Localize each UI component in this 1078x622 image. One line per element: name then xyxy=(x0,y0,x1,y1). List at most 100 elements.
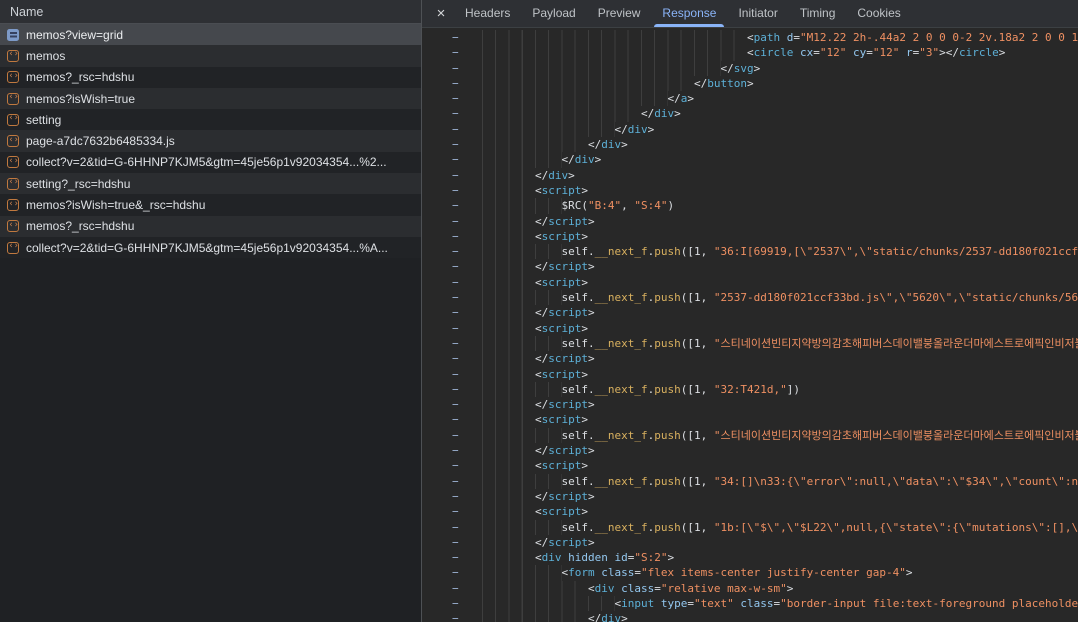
code-line: −<div class="relative max-w-sm"> xyxy=(422,581,1078,596)
code-line: −<script> xyxy=(422,321,1078,336)
fold-toggle-icon[interactable]: − xyxy=(422,244,482,259)
tab-preview[interactable]: Preview xyxy=(587,0,652,27)
fold-toggle-icon[interactable]: − xyxy=(422,428,482,443)
request-row[interactable]: setting?_rsc=hdshu xyxy=(0,173,421,194)
fold-toggle-icon[interactable]: − xyxy=(422,259,482,274)
code-token: circle xyxy=(959,46,999,59)
code-token: > xyxy=(588,352,595,365)
tab-payload[interactable]: Payload xyxy=(521,0,586,27)
code-token: = xyxy=(866,46,873,59)
fold-toggle-icon[interactable]: − xyxy=(422,214,482,229)
fold-toggle-icon[interactable]: − xyxy=(422,382,482,397)
fold-toggle-icon[interactable]: − xyxy=(422,183,482,198)
fold-toggle-icon[interactable]: − xyxy=(422,474,482,489)
fold-toggle-icon[interactable]: − xyxy=(422,122,482,137)
fold-toggle-icon[interactable]: − xyxy=(422,305,482,320)
fold-toggle-icon[interactable]: − xyxy=(422,198,482,213)
code-token: __next_f xyxy=(595,291,648,304)
request-row[interactable]: memos?isWish=true&_rsc=hdshu xyxy=(0,194,421,215)
fold-toggle-icon[interactable]: − xyxy=(422,550,482,565)
fold-toggle-icon[interactable]: − xyxy=(422,535,482,550)
fold-toggle-icon[interactable]: − xyxy=(422,76,482,91)
request-row[interactable]: memos?isWish=true xyxy=(0,88,421,109)
code-token: script xyxy=(542,322,582,335)
code-line: −<script> xyxy=(422,458,1078,473)
fold-toggle-icon[interactable]: − xyxy=(422,229,482,244)
fold-toggle-icon[interactable]: − xyxy=(422,45,482,60)
code-token: > xyxy=(687,92,694,105)
fold-toggle-icon[interactable]: − xyxy=(422,412,482,427)
code-token: class xyxy=(621,582,654,595)
fold-toggle-icon[interactable]: − xyxy=(422,565,482,580)
tab-cookies[interactable]: Cookies xyxy=(846,0,911,27)
fold-toggle-icon[interactable]: − xyxy=(422,596,482,611)
request-row[interactable]: memos?_rsc=hdshu xyxy=(0,216,421,237)
request-row[interactable]: collect?v=2&tid=G-6HHNP7KJM5&gtm=45je56p… xyxy=(0,152,421,173)
indent-guides xyxy=(482,550,535,565)
fold-toggle-icon[interactable]: − xyxy=(422,458,482,473)
request-row[interactable]: memos xyxy=(0,45,421,66)
code-token: div xyxy=(542,551,562,564)
response-code-area[interactable]: −<path d="M12.22 2h-.44a2 2 0 0 0-2 2v.1… xyxy=(422,28,1078,622)
fold-toggle-icon[interactable]: − xyxy=(422,397,482,412)
fetch-icon xyxy=(7,242,19,254)
fold-toggle-icon[interactable]: − xyxy=(422,443,482,458)
fold-toggle-icon[interactable]: − xyxy=(422,290,482,305)
code-token: svg xyxy=(734,62,754,75)
code-token: </ xyxy=(668,92,681,105)
request-row[interactable]: memos?_rsc=hdshu xyxy=(0,67,421,88)
code-line: −self.__next_f.push([1, "2537-dd180f021c… xyxy=(422,290,1078,305)
code-token: push xyxy=(654,521,681,534)
tab-headers[interactable]: Headers xyxy=(454,0,521,27)
request-row[interactable]: page-a7dc7632b6485334.js xyxy=(0,130,421,151)
request-row[interactable]: setting xyxy=(0,109,421,130)
fold-toggle-icon[interactable]: − xyxy=(422,336,482,351)
request-name: collect?v=2&tid=G-6HHNP7KJM5&gtm=45je56p… xyxy=(26,241,388,255)
fold-toggle-icon[interactable]: − xyxy=(422,489,482,504)
fold-toggle-icon[interactable]: − xyxy=(422,137,482,152)
indent-guides xyxy=(482,367,535,382)
fold-toggle-icon[interactable]: − xyxy=(422,106,482,121)
code-token: "스티네이션빈티지약방의감초해피버스데이밸붕올라운더마에스트로에픽인비저블유니버… xyxy=(714,429,1078,442)
fold-toggle-icon[interactable]: − xyxy=(422,91,482,106)
request-row[interactable]: collect?v=2&tid=G-6HHNP7KJM5&gtm=45je56p… xyxy=(0,237,421,258)
code-token: id xyxy=(615,551,628,564)
request-row[interactable]: memos?view=grid xyxy=(0,24,421,45)
fold-toggle-icon[interactable]: − xyxy=(422,168,482,183)
fold-toggle-icon[interactable]: − xyxy=(422,611,482,622)
code-token: script xyxy=(542,413,582,426)
indent-guides xyxy=(482,30,747,45)
fold-toggle-icon[interactable]: − xyxy=(422,61,482,76)
code-token: circle xyxy=(754,46,794,59)
code-token: < xyxy=(535,368,542,381)
code-line: −</a> xyxy=(422,91,1078,106)
fold-toggle-icon[interactable]: − xyxy=(422,30,482,45)
code-token: button xyxy=(707,77,747,90)
indent-guides xyxy=(482,106,641,121)
tab-initiator[interactable]: Initiator xyxy=(727,0,788,27)
code-token: > xyxy=(581,230,588,243)
fold-toggle-icon[interactable]: − xyxy=(422,152,482,167)
code-token: class xyxy=(740,597,773,610)
code-token: "relative max-w-sm" xyxy=(661,582,787,595)
code-token: < xyxy=(535,459,542,472)
name-column-header[interactable]: Name xyxy=(0,0,421,24)
fold-toggle-icon[interactable]: − xyxy=(422,504,482,519)
code-token: script xyxy=(548,215,588,228)
request-list-panel: Name memos?view=gridmemosmemos?_rsc=hdsh… xyxy=(0,0,421,622)
fold-toggle-icon[interactable]: − xyxy=(422,351,482,366)
tab-timing[interactable]: Timing xyxy=(789,0,847,27)
code-token: type xyxy=(661,597,688,610)
code-token: ]) xyxy=(787,383,800,396)
fold-toggle-icon[interactable]: − xyxy=(422,520,482,535)
tab-response[interactable]: Response xyxy=(651,0,727,27)
fold-toggle-icon[interactable]: − xyxy=(422,275,482,290)
fold-toggle-icon[interactable]: − xyxy=(422,581,482,596)
fold-toggle-icon[interactable]: − xyxy=(422,367,482,382)
code-line: −<script> xyxy=(422,183,1078,198)
code-token: script xyxy=(548,398,588,411)
close-icon[interactable]: × xyxy=(428,0,454,27)
fold-toggle-icon[interactable]: − xyxy=(422,321,482,336)
indent-guides xyxy=(482,183,535,198)
code-line: −self.__next_f.push([1, "스티네이션빈티지약방의감초해피… xyxy=(422,336,1078,351)
